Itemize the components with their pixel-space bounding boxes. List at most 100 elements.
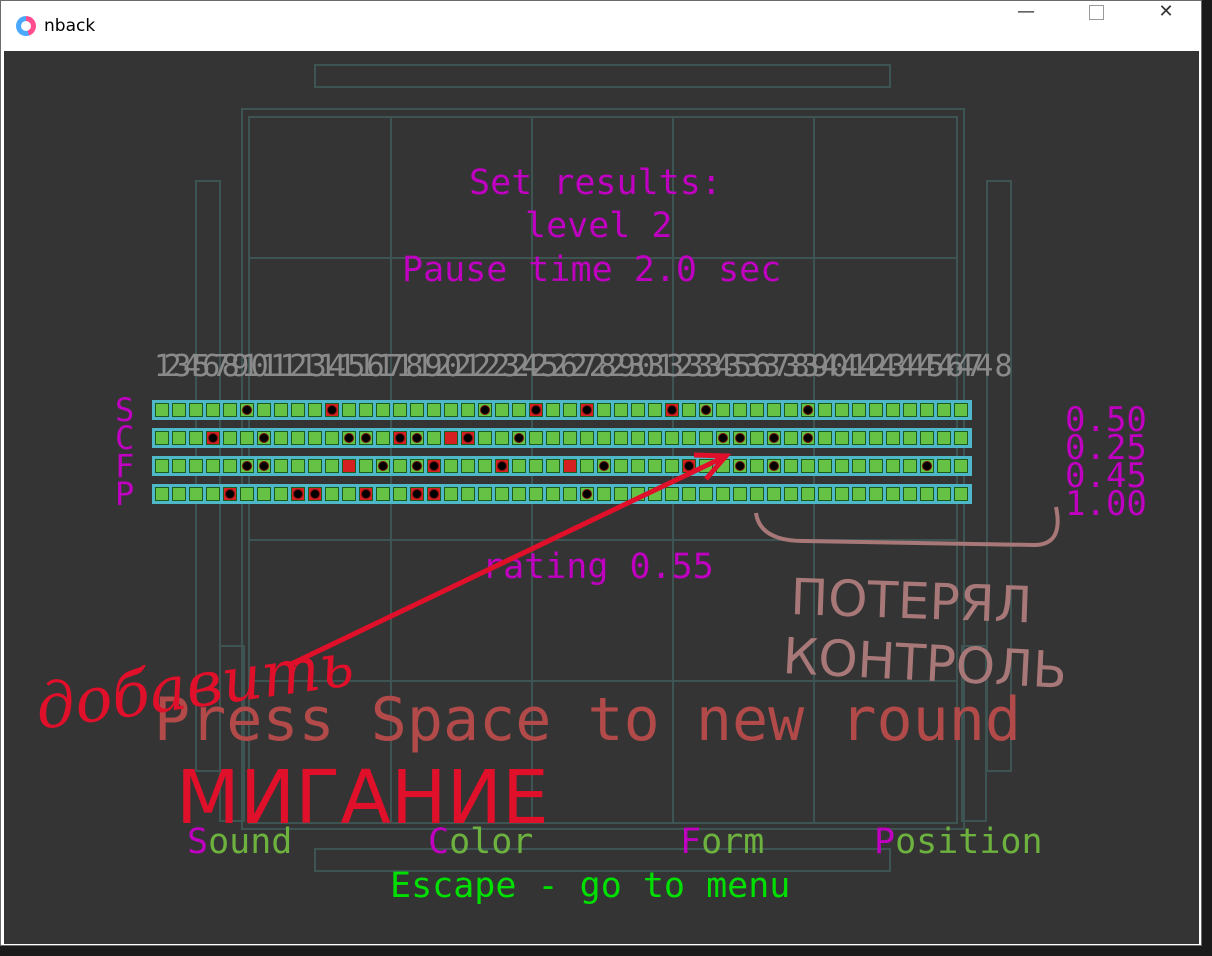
result-cell [597,459,611,473]
result-cell [342,459,356,473]
result-cell [597,431,611,445]
result-cell [274,431,288,445]
result-cell [665,403,679,417]
result-cell [529,403,543,417]
result-cell [767,403,781,417]
modality-color-key: C [428,822,450,862]
result-cell [869,431,883,445]
result-cell [716,459,730,473]
result-cell [274,403,288,417]
result-cell [529,431,543,445]
result-row-c [152,428,972,448]
result-cell [376,403,390,417]
minimize-button[interactable]: — [991,1,1061,51]
result-cell [342,487,356,501]
result-cell [920,459,934,473]
result-cell [461,459,475,473]
maximize-button[interactable] [1061,1,1131,51]
result-cell [869,403,883,417]
result-cell [257,431,271,445]
result-cell [563,487,577,501]
result-cell [682,403,696,417]
result-cell [393,487,407,501]
result-cell [648,487,662,501]
result-cell [359,487,373,501]
result-cell [393,403,407,417]
result-cell [784,487,798,501]
result-cell [648,431,662,445]
result-cell [376,487,390,501]
result-cell [308,403,322,417]
result-cell [342,431,356,445]
result-cell [308,431,322,445]
result-cell [291,459,305,473]
result-cell [257,403,271,417]
result-cell [818,431,832,445]
app-window: nback — ✕ Set results: level 2 Pause tim… [0,0,1202,946]
results-heading: Set results: [469,163,722,203]
modality-form-rest: orm [701,822,765,862]
result-cell [291,431,305,445]
result-cell [767,459,781,473]
result-cell [155,459,169,473]
result-cell [206,487,220,501]
result-cell [801,487,815,501]
result-cell [444,487,458,501]
result-cell [631,403,645,417]
modality-form: Form [680,822,764,862]
title-bar[interactable]: nback — ✕ [1,1,1201,51]
rating-label: rating 0.55 [482,547,714,587]
result-cell [699,431,713,445]
result-cell [784,431,798,445]
result-cell [648,459,662,473]
result-cell [784,459,798,473]
result-cell [172,431,186,445]
result-cell [750,431,764,445]
result-cell [189,431,203,445]
result-cell [393,459,407,473]
result-cell [903,459,917,473]
result-cell [512,459,526,473]
result-cell [410,403,424,417]
level-label: level 2 [525,206,673,246]
close-button[interactable]: ✕ [1131,1,1201,51]
result-cell [818,487,832,501]
result-cell [886,403,900,417]
result-cell [903,431,917,445]
window-title: nback [44,16,96,36]
result-cell [223,403,237,417]
result-cell [937,431,951,445]
result-cell [427,403,441,417]
result-cell [614,459,628,473]
result-cell [716,487,730,501]
result-cell [869,459,883,473]
result-cell [716,403,730,417]
result-cell [716,431,730,445]
trial-numbers: 1234567891011121314151617181920212223242… [154,349,1013,384]
result-cell [920,431,934,445]
game-canvas[interactable]: Set results: level 2 Pause time 2.0 sec … [4,51,1199,944]
result-cell [954,459,968,473]
result-cell [172,487,186,501]
result-cell [410,431,424,445]
result-cell [920,487,934,501]
result-cell [257,487,271,501]
result-cell [359,403,373,417]
result-cell [478,431,492,445]
result-cell [614,431,628,445]
result-cell [801,403,815,417]
result-cell [954,403,968,417]
result-cell [937,459,951,473]
new-round-prompt: Press Space to new round [154,685,1021,755]
result-cell [155,403,169,417]
result-cell [495,487,509,501]
result-cell [155,431,169,445]
result-row-p [152,484,972,504]
result-cell [614,403,628,417]
result-cell [359,431,373,445]
result-row-f [152,456,972,476]
modality-position-rest: osition [895,822,1043,862]
result-cell [291,403,305,417]
result-cell [240,459,254,473]
result-cell [189,487,203,501]
